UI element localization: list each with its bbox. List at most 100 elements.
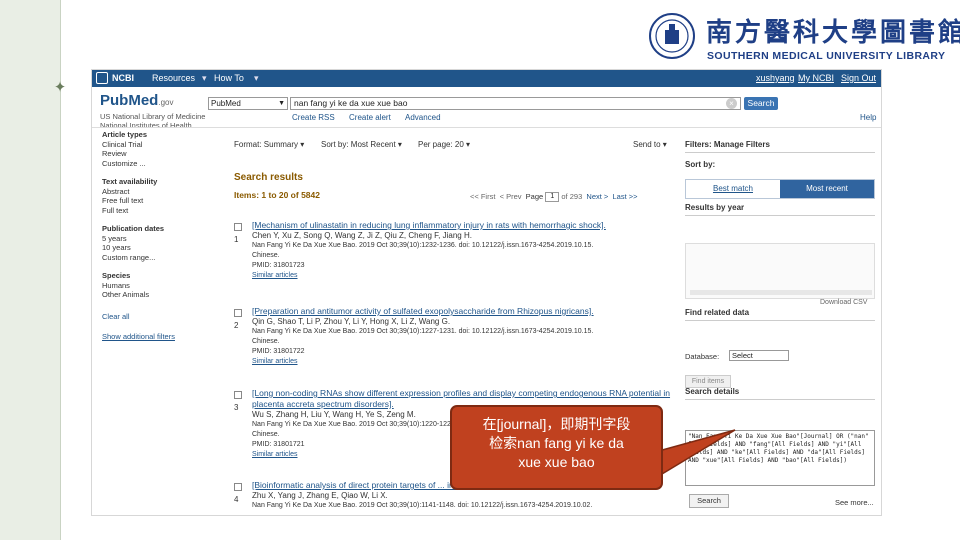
show-additional-filters-link[interactable]: Show additional filters	[102, 332, 217, 342]
right-divider	[685, 399, 875, 400]
find-related-data-heading: Find related data	[685, 308, 750, 317]
filter-custom-range[interactable]: Custom range...	[102, 253, 217, 263]
similar-articles-link[interactable]: Similar articles	[252, 271, 679, 281]
filter-free-full-text[interactable]: Free full text	[102, 196, 217, 206]
user-link[interactable]: xushyang	[756, 73, 795, 83]
result-citation: Nan Fang Yi Ke Da Xue Xue Bao. 2019 Oct …	[252, 502, 593, 509]
find-items-button[interactable]: Find items	[685, 375, 731, 388]
result-pmid: PMID: 31801723	[252, 262, 305, 269]
search-results-heading: Search results	[234, 172, 303, 183]
howto-chevron-icon[interactable]: ▾	[254, 73, 259, 84]
howto-menu[interactable]: How To	[214, 73, 244, 83]
result-checkbox[interactable]	[234, 483, 242, 491]
filter-other-animals[interactable]: Other Animals	[102, 290, 217, 300]
library-name-cn: 南方醫科大學圖書館	[706, 18, 960, 48]
annotation-callout: 在[journal]，即期刊字段 检索nan fang yi ke da xue…	[450, 405, 663, 490]
result-number: 2	[234, 321, 239, 330]
search-details-heading: Search details	[685, 387, 740, 396]
sort-toggle: Best match Most recent	[685, 179, 875, 199]
result-item: 1 [Mechanism of ulinastatin in reducing …	[234, 220, 679, 281]
decorative-star-icon: ✦	[53, 79, 67, 96]
search-details-button[interactable]: Search	[689, 494, 729, 508]
filter-species: Species	[102, 271, 131, 280]
result-authors: Qin G, Shao T, Li P, Zhou Y, Li Y, Hong …	[252, 317, 451, 326]
filter-10-years[interactable]: 10 years	[102, 243, 217, 253]
create-alert-link[interactable]: Create alert	[349, 113, 391, 122]
university-seal-icon	[649, 13, 695, 59]
manage-filters-link[interactable]: Filters: Manage Filters	[685, 140, 875, 149]
sign-out-link[interactable]: Sign Out	[841, 73, 876, 83]
result-citation: Nan Fang Yi Ke Da Xue Xue Bao. 2019 Oct …	[252, 328, 594, 335]
help-link[interactable]: Help	[860, 113, 876, 122]
results-by-year-chart	[685, 243, 875, 299]
result-language: Chinese.	[252, 252, 280, 259]
result-pmid: PMID: 31801722	[252, 348, 305, 355]
result-checkbox[interactable]	[234, 223, 242, 231]
header-divider	[92, 127, 881, 128]
filter-humans[interactable]: Humans	[102, 281, 217, 291]
library-name-en: SOUTHERN MEDICAL UNIVERSITY LIBRARY	[707, 50, 946, 62]
filter-5-years[interactable]: 5 years	[102, 234, 217, 244]
result-checkbox[interactable]	[234, 309, 242, 317]
next-page-link[interactable]: Next >	[586, 192, 608, 201]
page-total: of 293	[561, 192, 583, 201]
database-select[interactable]: PubMed ▼	[208, 97, 288, 110]
chart-scrollbar[interactable]	[690, 290, 872, 295]
filter-abstract[interactable]: Abstract	[102, 187, 217, 197]
filter-publication-dates: Publication dates	[102, 224, 165, 233]
callout-line-3: xue xue bao	[518, 454, 595, 470]
results-count: Items: 1 to 20 of 5842	[234, 190, 320, 200]
ncbi-top-bar: NCBI Resources ▾ How To ▾ xushyang My NC…	[92, 70, 881, 87]
pubmed-logo[interactable]: PubMed.gov	[100, 92, 173, 109]
filter-article-types: Article types	[102, 130, 148, 139]
result-checkbox[interactable]	[234, 391, 242, 399]
page-number-input[interactable]: 1	[545, 192, 560, 203]
database-label: Database:	[685, 352, 720, 361]
best-match-tab[interactable]: Best match	[686, 180, 780, 198]
most-recent-tab[interactable]: Most recent	[780, 180, 874, 198]
last-page-link[interactable]: Last >>	[612, 192, 637, 201]
result-number: 4	[234, 495, 239, 504]
search-button[interactable]: Search	[744, 97, 778, 110]
filter-customize[interactable]: Customize ...	[102, 159, 217, 169]
right-divider	[685, 152, 875, 153]
result-language: Chinese.	[252, 338, 280, 345]
see-more-link[interactable]: See more...	[835, 498, 874, 507]
result-title[interactable]: [Mechanism of ulinastatin in reducing lu…	[252, 220, 679, 231]
result-number: 1	[234, 235, 239, 244]
filter-full-text[interactable]: Full text	[102, 206, 217, 216]
clear-search-icon[interactable]: ×	[726, 98, 737, 109]
chevron-down-icon: ▼	[278, 100, 285, 107]
first-page-link[interactable]: << First	[470, 192, 495, 201]
result-title[interactable]: [Preparation and antitumor activity of s…	[252, 306, 679, 317]
prev-page-link[interactable]: < Prev	[500, 192, 522, 201]
results-by-year-heading: Results by year	[685, 203, 745, 212]
ncbi-brand[interactable]: NCBI	[112, 73, 134, 83]
resources-chevron-icon[interactable]: ▾	[202, 73, 207, 84]
library-logo: 南方醫科大學圖書館 SOUTHERN MEDICAL UNIVERSITY LI…	[648, 10, 960, 66]
result-citation: Nan Fang Yi Ke Da Xue Xue Bao. 2019 Oct …	[252, 242, 594, 249]
result-item: 2 [Preparation and antitumor activity of…	[234, 306, 679, 367]
result-number: 3	[234, 403, 239, 412]
download-csv-link[interactable]: Download CSV	[820, 299, 867, 306]
clear-all-link[interactable]: Clear all	[102, 312, 217, 322]
filter-clinical-trial[interactable]: Clinical Trial	[102, 140, 217, 150]
similar-articles-link[interactable]: Similar articles	[252, 357, 679, 367]
my-ncbi-link[interactable]: My NCBI	[798, 73, 834, 83]
slide: ✦ 南方醫科大學圖書館 SOUTHERN MEDICAL UNIVERSITY …	[0, 0, 960, 540]
create-rss-link[interactable]: Create RSS	[292, 113, 335, 122]
related-database-select[interactable]: Select	[729, 350, 789, 361]
slide-side-band	[0, 0, 60, 540]
send-to-menu[interactable]: Send to ▾	[633, 140, 667, 149]
search-input[interactable]: nan fang yi ke da xue xue bao	[290, 97, 741, 110]
ncbi-logo-icon	[96, 72, 108, 84]
sort-menu[interactable]: Sort by: Most Recent ▾	[321, 140, 402, 149]
per-page-menu[interactable]: Per page: 20 ▾	[418, 140, 470, 149]
resources-menu[interactable]: Resources	[152, 73, 195, 83]
result-authors: Chen Y, Xu Z, Song Q, Wang Z, Ji Z, Qiu …	[252, 231, 472, 240]
advanced-link[interactable]: Advanced	[405, 113, 441, 122]
search-details-box[interactable]: "Nan Fang Yi Ke Da Xue Xue Bao"[Journal]…	[685, 430, 875, 486]
format-menu[interactable]: Format: Summary ▾	[234, 140, 304, 149]
filter-text-availability: Text availability	[102, 177, 158, 186]
filter-review[interactable]: Review	[102, 149, 217, 159]
